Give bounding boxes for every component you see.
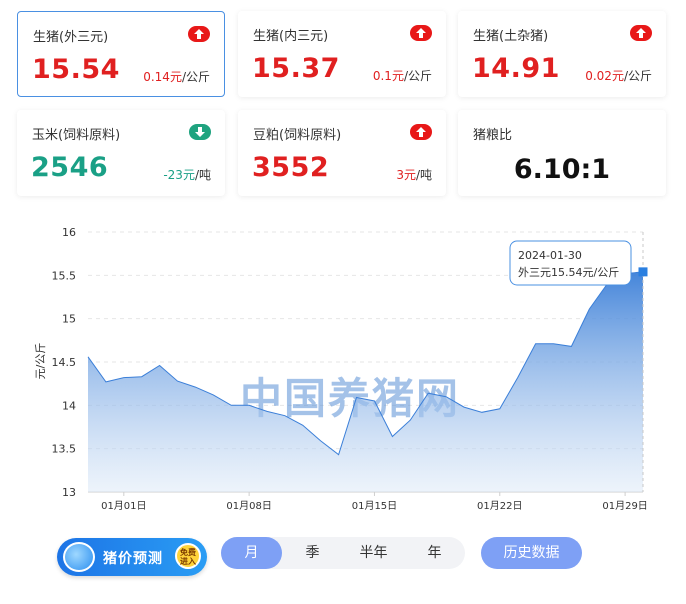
card-name: 豆粕(饲料原料) xyxy=(253,128,342,143)
up-arrow-icon xyxy=(410,124,432,140)
period-tabs: 月 季 半年 年 xyxy=(221,537,465,569)
y-tick-label: 13.5 xyxy=(52,443,77,456)
card-name: 玉米(饲料原料) xyxy=(32,128,121,143)
price-card-neisanyuan[interactable]: 生猪(内三元) 15.37 0.1元/公斤 xyxy=(238,11,446,97)
card-name: 猪粮比 xyxy=(473,128,513,143)
y-tick-label: 14 xyxy=(62,399,76,412)
y-tick-label: 16 xyxy=(62,226,76,239)
history-data-button[interactable]: 历史数据 xyxy=(481,537,582,569)
card-change: -23元/吨 xyxy=(163,168,211,182)
price-trend-chart: 1615.51514.51413.513 元/公斤 中国养猪网 01月01日 01… xyxy=(34,226,648,512)
banner-text: 猪价预测 xyxy=(103,551,163,567)
tooltip-date: 2024-01-30 xyxy=(518,249,582,262)
price-card-waisanyuan[interactable]: 生猪(外三元) 15.54 0.14元/公斤 xyxy=(17,11,225,97)
price-forecast-banner[interactable]: 猪价预测 免费进入 xyxy=(57,538,207,576)
ratio-value: 6.10:1 xyxy=(513,154,611,185)
card-price: 15.54 xyxy=(32,54,120,85)
card-name: 生猪(土杂猪) xyxy=(473,29,549,44)
card-name: 生猪(外三元) xyxy=(33,30,109,45)
x-tick-label: 01月08日 xyxy=(226,500,271,512)
tab-year[interactable]: 年 xyxy=(404,537,465,569)
x-tick-label: 01月01日 xyxy=(101,500,146,512)
x-tick-label: 01月22日 xyxy=(477,500,522,512)
tooltip-value: 外三元15.54元/公斤 xyxy=(518,266,619,279)
up-arrow-icon xyxy=(410,25,432,41)
price-card-soybean-meal[interactable]: 豆粕(饲料原料) 3552 3元/吨 xyxy=(238,110,446,196)
down-arrow-icon xyxy=(189,124,211,140)
card-price: 15.37 xyxy=(252,53,340,84)
card-change: 0.14元/公斤 xyxy=(143,70,210,84)
last-point-marker[interactable] xyxy=(638,267,648,277)
y-axis-label: 元/公斤 xyxy=(34,343,47,380)
tooltip: 2024-01-30 外三元15.54元/公斤 xyxy=(509,240,632,286)
y-tick-label: 14.5 xyxy=(52,356,77,369)
tab-half-year[interactable]: 半年 xyxy=(343,537,404,569)
x-tick-label: 01月15日 xyxy=(352,500,397,512)
x-tick-label: 01月29日 xyxy=(602,500,647,512)
price-card-corn[interactable]: 玉米(饲料原料) 2546 -23元/吨 xyxy=(17,110,225,196)
card-change: 3元/吨 xyxy=(396,168,432,182)
free-entry-stamp: 免费进入 xyxy=(175,543,201,569)
up-arrow-icon xyxy=(630,25,652,41)
tab-quarter[interactable]: 季 xyxy=(282,537,343,569)
price-card-tuzazhu[interactable]: 生猪(土杂猪) 14.91 0.02元/公斤 xyxy=(458,11,666,97)
y-tick-label: 13 xyxy=(62,486,76,499)
card-price: 3552 xyxy=(252,152,330,183)
card-name: 生猪(内三元) xyxy=(253,29,329,44)
card-change: 0.1元/公斤 xyxy=(372,69,432,83)
y-tick-label: 15.5 xyxy=(52,269,77,282)
card-change: 0.02元/公斤 xyxy=(585,69,652,83)
card-price: 14.91 xyxy=(472,53,560,84)
up-arrow-icon xyxy=(188,26,210,42)
card-price: 2546 xyxy=(31,152,109,183)
globe-icon xyxy=(63,542,95,572)
price-card-pig-grain-ratio[interactable]: 猪粮比 6.10:1 xyxy=(458,110,666,196)
tab-month[interactable]: 月 xyxy=(221,537,282,569)
y-tick-label: 15 xyxy=(62,313,76,326)
